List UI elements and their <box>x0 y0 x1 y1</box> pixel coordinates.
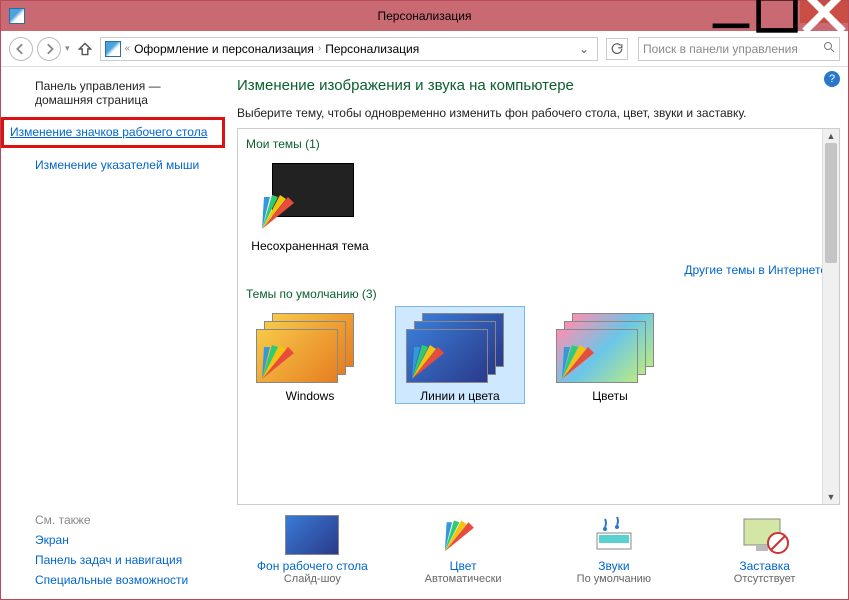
minimize-button[interactable] <box>708 1 754 23</box>
sounds-button[interactable]: Звуки По умолчанию <box>544 515 684 585</box>
sounds-icon <box>587 515 641 555</box>
main-content: ? Изменение изображения и звука на компь… <box>225 67 848 599</box>
sidebar: Панель управления — домашняя страница Из… <box>1 67 225 599</box>
maximize-button[interactable] <box>754 1 800 23</box>
highlight-box: Изменение значков рабочего стола <box>1 117 225 148</box>
theme-lines-and-colors[interactable]: Линии и цвета <box>396 307 524 403</box>
back-button[interactable] <box>9 37 33 61</box>
theme-label: Линии и цвета <box>396 389 524 403</box>
nav-bar: ▾ « Оформление и персонализация › Персон… <box>1 31 848 67</box>
theme-label: Windows <box>246 389 374 403</box>
background-icon <box>285 515 339 555</box>
page-heading: Изменение изображения и звука на компьют… <box>237 77 840 94</box>
theme-label: Несохраненная тема <box>246 239 374 253</box>
refresh-button[interactable] <box>606 38 628 60</box>
bottom-bar: Фон рабочего стола Слайд-шоу Цвет Автома… <box>237 505 840 589</box>
search-icon[interactable] <box>823 41 835 56</box>
screensaver-button[interactable]: Заставка Отсутствует <box>695 515 835 585</box>
forward-button[interactable] <box>37 37 61 61</box>
theme-label: Цветы <box>546 389 674 403</box>
desktop-background-button[interactable]: Фон рабочего стола Слайд-шоу <box>242 515 382 585</box>
body: Панель управления — домашняя страница Из… <box>1 67 848 599</box>
section-my-themes: Мои темы (1) <box>246 137 831 151</box>
change-desktop-icons-link[interactable]: Изменение значков рабочего стола <box>10 125 216 139</box>
color-fan-icon <box>558 339 606 383</box>
color-fan-icon <box>258 189 306 233</box>
cp-icon <box>105 41 121 57</box>
color-icon <box>436 515 490 555</box>
theme-flowers[interactable]: Цветы <box>546 307 674 403</box>
color-button[interactable]: Цвет Автоматически <box>393 515 533 585</box>
window-buttons <box>708 1 848 23</box>
title-bar[interactable]: Персонализация <box>1 1 848 31</box>
chevron-icon[interactable]: « <box>125 43 131 54</box>
see-also-link[interactable]: Специальные возможности <box>35 573 188 587</box>
see-also-heading: См. также <box>35 513 188 527</box>
cp-home-link[interactable]: Панель управления — домашняя страница <box>35 79 219 107</box>
scroll-thumb[interactable] <box>825 143 837 263</box>
page-subtext: Выберите тему, чтобы одновременно измени… <box>237 106 840 120</box>
screensaver-icon <box>738 515 792 555</box>
help-icon[interactable]: ? <box>824 71 840 87</box>
color-fan-icon <box>408 339 456 383</box>
theme-unsaved[interactable]: Несохраненная тема <box>246 157 374 253</box>
scroll-up-icon[interactable]: ▲ <box>823 129 839 143</box>
scroll-down-icon[interactable]: ▼ <box>823 490 839 504</box>
more-themes-link[interactable]: Другие темы в Интернете <box>250 263 827 277</box>
themes-area: Мои темы (1) Несохраненная тема Другие т… <box>237 128 840 505</box>
see-also-link[interactable]: Панель задач и навигация <box>35 553 188 567</box>
breadcrumb-dropdown-icon[interactable]: ⌄ <box>575 42 593 56</box>
theme-windows[interactable]: Windows <box>246 307 374 403</box>
chevron-icon[interactable]: › <box>318 43 321 54</box>
change-mouse-pointers-link[interactable]: Изменение указателей мыши <box>35 158 219 172</box>
up-button[interactable] <box>74 38 96 60</box>
search-input[interactable]: Поиск в панели управления <box>638 37 840 61</box>
section-default-themes: Темы по умолчанию (3) <box>246 287 831 301</box>
see-also-link[interactable]: Экран <box>35 533 188 547</box>
scrollbar[interactable]: ▲ ▼ <box>822 129 839 504</box>
breadcrumb-bar[interactable]: « Оформление и персонализация › Персонал… <box>100 37 598 61</box>
see-also: См. также Экран Панель задач и навигация… <box>35 513 188 587</box>
breadcrumb-item[interactable]: Персонализация <box>325 42 419 56</box>
close-button[interactable] <box>800 1 848 23</box>
window: Персонализация ▾ « Оформление и персонал… <box>0 0 849 600</box>
search-placeholder: Поиск в панели управления <box>643 42 798 56</box>
breadcrumb-item[interactable]: Оформление и персонализация <box>134 42 314 56</box>
color-fan-icon <box>258 339 306 383</box>
recent-dropdown-icon[interactable]: ▾ <box>65 43 70 54</box>
